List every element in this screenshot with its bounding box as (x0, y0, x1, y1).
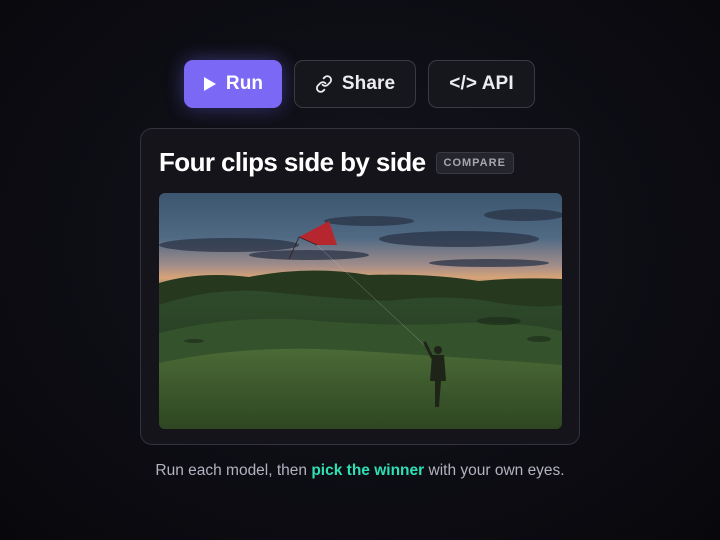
share-button-label: Share (341, 73, 396, 94)
api-button[interactable]: </> API (428, 60, 535, 108)
caption-text-after: with your own eyes. (424, 462, 565, 479)
caption: Run each model, then pick the winner wit… (0, 462, 720, 480)
toolbar: Run Share </> API (184, 60, 535, 108)
card-header: Four clips side by side COMPARE (159, 147, 514, 178)
compare-card: Four clips side by side COMPARE (140, 128, 580, 445)
run-button-label: Run (225, 73, 264, 94)
card-title: Four clips side by side (159, 147, 426, 177)
play-icon (203, 76, 217, 92)
run-button[interactable]: Run (184, 60, 282, 108)
video-frame-illustration (159, 193, 562, 429)
api-button-label: </> API (449, 73, 514, 94)
compare-badge: COMPARE (435, 151, 514, 174)
caption-text-before: Run each model, then (155, 462, 312, 479)
video-preview[interactable] (159, 193, 562, 429)
share-button[interactable]: Share (294, 60, 416, 108)
link-icon (315, 75, 333, 93)
caption-highlight: pick the winner (311, 462, 425, 479)
